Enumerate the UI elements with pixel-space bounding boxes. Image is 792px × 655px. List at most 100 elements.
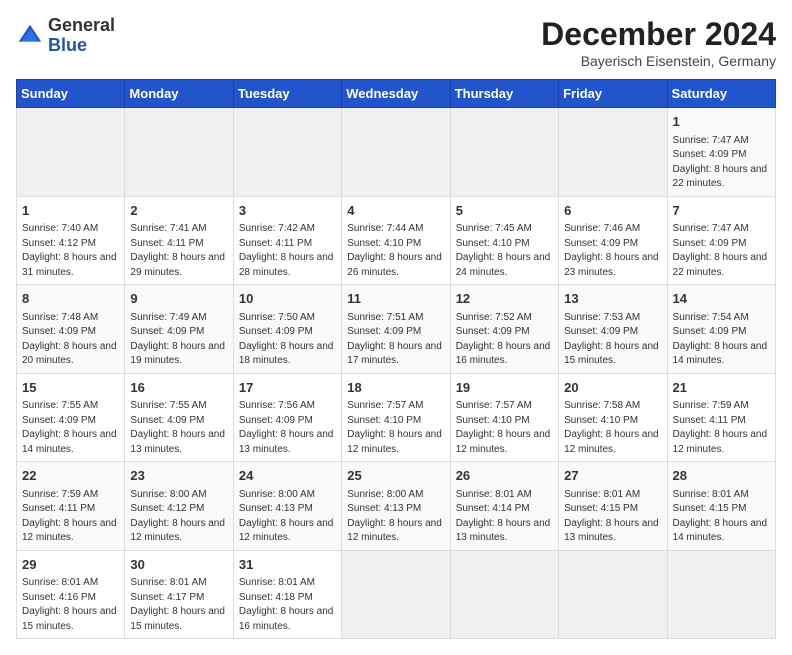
calendar-day-cell: 16Sunrise: 7:55 AMSunset: 4:09 PMDayligh… xyxy=(125,373,233,462)
calendar-day-cell: 9Sunrise: 7:49 AMSunset: 4:09 PMDaylight… xyxy=(125,285,233,374)
calendar-header-day: Friday xyxy=(559,80,667,108)
day-info: Sunrise: 7:50 AMSunset: 4:09 PMDaylight:… xyxy=(239,311,336,369)
day-number: 29 xyxy=(22,555,119,575)
calendar-header-day: Thursday xyxy=(450,80,558,108)
title-area: December 2024 Bayerisch Eisenstein, Germ… xyxy=(541,16,776,69)
calendar-day-cell: 6Sunrise: 7:46 AMSunset: 4:09 PMDaylight… xyxy=(559,196,667,285)
calendar-day-cell: 8Sunrise: 7:48 AMSunset: 4:09 PMDaylight… xyxy=(17,285,125,374)
day-info: Sunrise: 7:54 AMSunset: 4:09 PMDaylight:… xyxy=(673,311,770,369)
calendar-header-day: Tuesday xyxy=(233,80,341,108)
calendar-day-cell: 11Sunrise: 7:51 AMSunset: 4:09 PMDayligh… xyxy=(342,285,450,374)
day-info: Sunrise: 7:59 AMSunset: 4:11 PMDaylight:… xyxy=(22,488,119,546)
calendar-day-cell: 30Sunrise: 8:01 AMSunset: 4:17 PMDayligh… xyxy=(125,550,233,639)
calendar-day-cell: 28Sunrise: 8:01 AMSunset: 4:15 PMDayligh… xyxy=(667,462,775,551)
day-number: 26 xyxy=(456,466,553,486)
day-number: 9 xyxy=(130,289,227,309)
day-info: Sunrise: 7:55 AMSunset: 4:09 PMDaylight:… xyxy=(22,399,119,457)
calendar-header-day: Wednesday xyxy=(342,80,450,108)
calendar-week-row: 1Sunrise: 7:47 AMSunset: 4:09 PMDaylight… xyxy=(17,108,776,197)
calendar-day-cell: 29Sunrise: 8:01 AMSunset: 4:16 PMDayligh… xyxy=(17,550,125,639)
day-number: 22 xyxy=(22,466,119,486)
day-number: 27 xyxy=(564,466,661,486)
day-info: Sunrise: 7:57 AMSunset: 4:10 PMDaylight:… xyxy=(347,399,444,457)
calendar-day-cell xyxy=(342,108,450,197)
day-info: Sunrise: 8:01 AMSunset: 4:15 PMDaylight:… xyxy=(564,488,661,546)
calendar-day-cell: 2Sunrise: 7:41 AMSunset: 4:11 PMDaylight… xyxy=(125,196,233,285)
day-number: 4 xyxy=(347,201,444,221)
calendar-day-cell: 27Sunrise: 8:01 AMSunset: 4:15 PMDayligh… xyxy=(559,462,667,551)
day-number: 16 xyxy=(130,378,227,398)
day-number: 11 xyxy=(347,289,444,309)
calendar-day-cell: 4Sunrise: 7:44 AMSunset: 4:10 PMDaylight… xyxy=(342,196,450,285)
calendar-day-cell: 17Sunrise: 7:56 AMSunset: 4:09 PMDayligh… xyxy=(233,373,341,462)
day-number: 2 xyxy=(130,201,227,221)
day-number: 17 xyxy=(239,378,336,398)
calendar-day-cell: 19Sunrise: 7:57 AMSunset: 4:10 PMDayligh… xyxy=(450,373,558,462)
calendar-day-cell xyxy=(342,550,450,639)
day-number: 15 xyxy=(22,378,119,398)
calendar-table: SundayMondayTuesdayWednesdayThursdayFrid… xyxy=(16,79,776,639)
logo-text-general: General xyxy=(48,16,115,36)
day-info: Sunrise: 7:51 AMSunset: 4:09 PMDaylight:… xyxy=(347,311,444,369)
calendar-day-cell: 12Sunrise: 7:52 AMSunset: 4:09 PMDayligh… xyxy=(450,285,558,374)
day-number: 14 xyxy=(673,289,770,309)
day-info: Sunrise: 7:48 AMSunset: 4:09 PMDaylight:… xyxy=(22,311,119,369)
day-number: 23 xyxy=(130,466,227,486)
day-number: 7 xyxy=(673,201,770,221)
calendar-day-cell: 10Sunrise: 7:50 AMSunset: 4:09 PMDayligh… xyxy=(233,285,341,374)
day-number: 1 xyxy=(22,201,119,221)
calendar-day-cell: 24Sunrise: 8:00 AMSunset: 4:13 PMDayligh… xyxy=(233,462,341,551)
day-info: Sunrise: 7:59 AMSunset: 4:11 PMDaylight:… xyxy=(673,399,770,457)
day-info: Sunrise: 7:53 AMSunset: 4:09 PMDaylight:… xyxy=(564,311,661,369)
day-info: Sunrise: 7:56 AMSunset: 4:09 PMDaylight:… xyxy=(239,399,336,457)
calendar-day-cell: 7Sunrise: 7:47 AMSunset: 4:09 PMDaylight… xyxy=(667,196,775,285)
calendar-day-cell: 20Sunrise: 7:58 AMSunset: 4:10 PMDayligh… xyxy=(559,373,667,462)
day-info: Sunrise: 8:01 AMSunset: 4:18 PMDaylight:… xyxy=(239,576,336,634)
calendar-day-cell xyxy=(233,108,341,197)
calendar-day-cell xyxy=(125,108,233,197)
calendar-day-cell xyxy=(450,108,558,197)
calendar-day-cell: 3Sunrise: 7:42 AMSunset: 4:11 PMDaylight… xyxy=(233,196,341,285)
day-number: 25 xyxy=(347,466,444,486)
calendar-header-day: Saturday xyxy=(667,80,775,108)
day-number: 31 xyxy=(239,555,336,575)
day-info: Sunrise: 7:40 AMSunset: 4:12 PMDaylight:… xyxy=(22,222,119,280)
day-number: 6 xyxy=(564,201,661,221)
calendar-day-cell: 14Sunrise: 7:54 AMSunset: 4:09 PMDayligh… xyxy=(667,285,775,374)
calendar-week-row: 29Sunrise: 8:01 AMSunset: 4:16 PMDayligh… xyxy=(17,550,776,639)
logo-text-blue: Blue xyxy=(48,36,115,56)
logo: General Blue xyxy=(16,16,115,56)
day-info: Sunrise: 7:58 AMSunset: 4:10 PMDaylight:… xyxy=(564,399,661,457)
day-info: Sunrise: 7:46 AMSunset: 4:09 PMDaylight:… xyxy=(564,222,661,280)
day-number: 13 xyxy=(564,289,661,309)
day-number: 21 xyxy=(673,378,770,398)
day-info: Sunrise: 7:47 AMSunset: 4:09 PMDaylight:… xyxy=(673,134,770,192)
calendar-day-cell: 25Sunrise: 8:00 AMSunset: 4:13 PMDayligh… xyxy=(342,462,450,551)
calendar-header-day: Sunday xyxy=(17,80,125,108)
day-info: Sunrise: 8:00 AMSunset: 4:13 PMDaylight:… xyxy=(347,488,444,546)
calendar-day-cell: 15Sunrise: 7:55 AMSunset: 4:09 PMDayligh… xyxy=(17,373,125,462)
calendar-day-cell: 23Sunrise: 8:00 AMSunset: 4:12 PMDayligh… xyxy=(125,462,233,551)
calendar-day-cell xyxy=(559,108,667,197)
calendar-header-row: SundayMondayTuesdayWednesdayThursdayFrid… xyxy=(17,80,776,108)
calendar-day-cell: 18Sunrise: 7:57 AMSunset: 4:10 PMDayligh… xyxy=(342,373,450,462)
day-number: 10 xyxy=(239,289,336,309)
calendar-day-cell: 5Sunrise: 7:45 AMSunset: 4:10 PMDaylight… xyxy=(450,196,558,285)
calendar-week-row: 1Sunrise: 7:40 AMSunset: 4:12 PMDaylight… xyxy=(17,196,776,285)
day-number: 20 xyxy=(564,378,661,398)
calendar-day-cell: 13Sunrise: 7:53 AMSunset: 4:09 PMDayligh… xyxy=(559,285,667,374)
calendar-day-cell: 31Sunrise: 8:01 AMSunset: 4:18 PMDayligh… xyxy=(233,550,341,639)
calendar-week-row: 22Sunrise: 7:59 AMSunset: 4:11 PMDayligh… xyxy=(17,462,776,551)
day-info: Sunrise: 8:01 AMSunset: 4:17 PMDaylight:… xyxy=(130,576,227,634)
day-info: Sunrise: 7:42 AMSunset: 4:11 PMDaylight:… xyxy=(239,222,336,280)
calendar-day-cell: 21Sunrise: 7:59 AMSunset: 4:11 PMDayligh… xyxy=(667,373,775,462)
day-number: 28 xyxy=(673,466,770,486)
day-number: 8 xyxy=(22,289,119,309)
calendar-day-cell xyxy=(17,108,125,197)
calendar-day-cell: 26Sunrise: 8:01 AMSunset: 4:14 PMDayligh… xyxy=(450,462,558,551)
day-info: Sunrise: 7:49 AMSunset: 4:09 PMDaylight:… xyxy=(130,311,227,369)
day-number: 19 xyxy=(456,378,553,398)
calendar-week-row: 8Sunrise: 7:48 AMSunset: 4:09 PMDaylight… xyxy=(17,285,776,374)
calendar-day-cell: 22Sunrise: 7:59 AMSunset: 4:11 PMDayligh… xyxy=(17,462,125,551)
day-number: 30 xyxy=(130,555,227,575)
